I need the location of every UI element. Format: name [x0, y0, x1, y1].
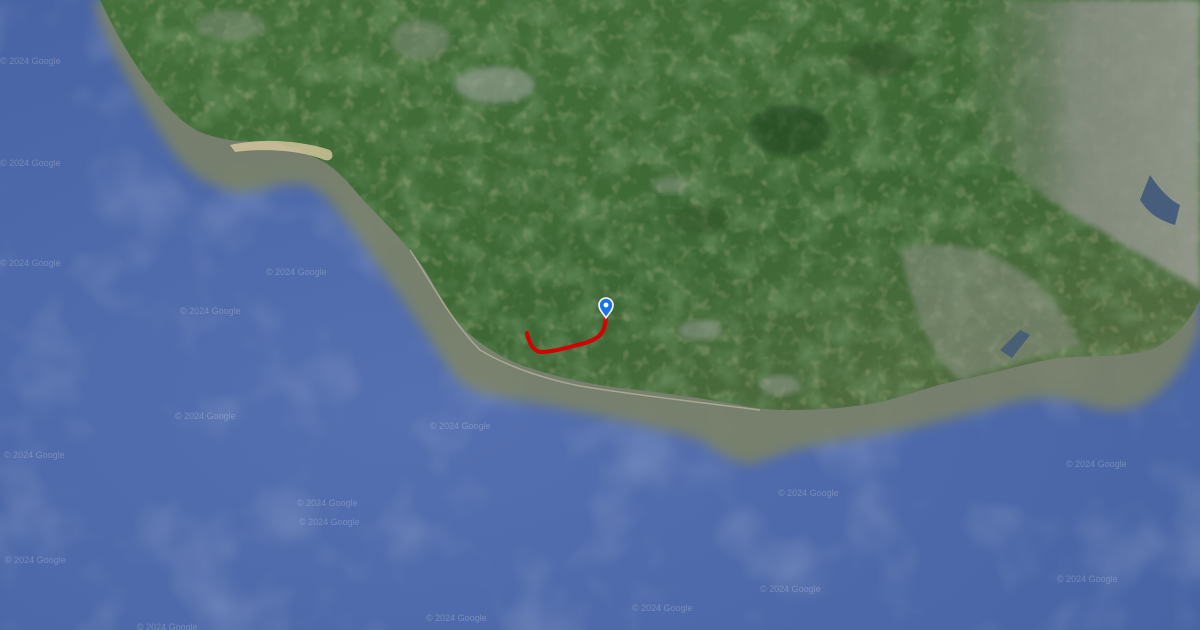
map-view[interactable]: © 2024 Google © 2024 Google © 2024 Googl… — [0, 0, 1200, 630]
satellite-imagery — [0, 0, 1200, 630]
